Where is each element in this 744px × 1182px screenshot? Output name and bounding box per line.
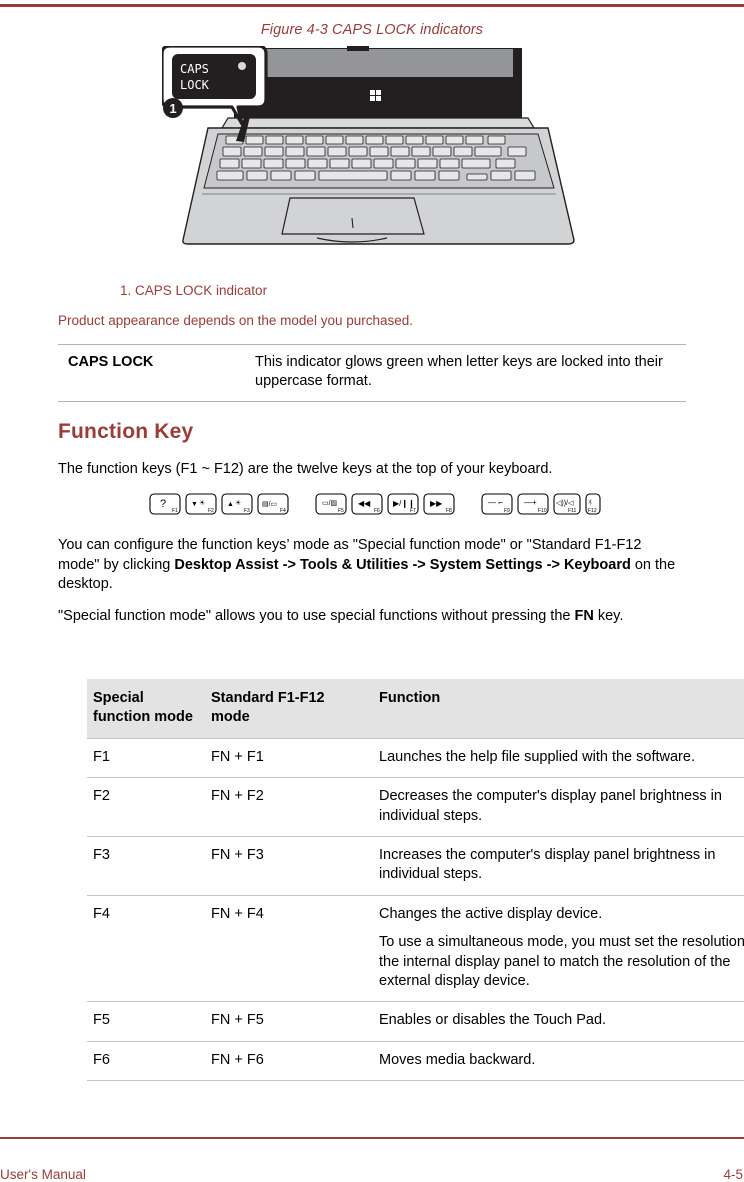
definition-description: This indicator glows green when letter k… [249,343,686,403]
footer-page-number: 4-5 [723,1167,743,1182]
svg-text:F1: F1 [172,508,178,514]
brightness-up-icon: ▲ [227,501,234,508]
cell-standard-mode: FN + F5 [205,1001,373,1042]
column-header-standard-mode: Standard F1-F12 mode [205,679,373,739]
cell-standard-mode: FN + F6 [205,1040,373,1082]
footer-manual-label: User's Manual [0,1167,86,1182]
cell-standard-mode: FN + F4 [205,894,373,1002]
figure-caption: Figure 4-3 CAPS LOCK indicators [260,22,484,38]
svg-text:F10: F10 [538,508,547,514]
volume-down-up-icon: ◁))/◁ [556,500,574,507]
caps-lock-definition-table: CAPS LOCK This indicator glows green whe… [58,343,686,403]
laptop-illustration: CAPS LOCK 1 [162,46,575,245]
special-text-1: "Special function mode" allows you to us… [58,608,575,625]
function-text: Changes the active display device. [379,905,603,922]
cell-function: Changes the active display device. To us… [373,894,744,1002]
configure-menu-path: Desktop Assist -> Tools & Utilities -> S… [174,556,631,573]
laptop-figure: CAPS LOCK 1 [58,46,686,246]
svg-text:F6: F6 [374,508,380,514]
cell-special-mode: F4 [87,894,205,1002]
callout-label-line1: CAPS [180,62,209,76]
cell-function: Decreases the computer's display panel b… [373,777,744,837]
figure-legend: 1. CAPS LOCK indicator [120,283,268,298]
column-header-special-mode: Special function mode [87,679,205,739]
cell-special-mode: F3 [87,835,205,896]
table-row: F3 FN + F3 Increases the computer's disp… [87,835,744,896]
media-previous-icon: ◀◀ [358,499,371,508]
cell-function: Moves media backward. [373,1040,744,1082]
cell-standard-mode: FN + F1 [205,737,373,778]
column-header-function: Function [373,679,744,739]
cell-function: Increases the computer's display panel b… [373,835,744,896]
svg-text:F2: F2 [208,508,214,514]
callout-badge-1: 1 [163,98,183,118]
svg-text:F9: F9 [504,508,510,514]
function-text: Increases the computer's display panel b… [379,846,716,883]
fkey-row-illustration: ? F1 ▼ ☀ F2 ▲ ☀ F3 ▤/▭ F4 ▭/▨ F5 ◀◀ F6 ▶… [149,493,601,515]
table-row: F5 FN + F5 Enables or disables the Touch… [87,1001,744,1042]
keyboard-backlight-down-icon: — ⌐ [488,498,503,507]
wireless-toggle-icon: ᛡ [588,499,592,507]
table-row: F2 FN + F2 Decreases the computer's disp… [87,777,744,837]
svg-text:F12: F12 [588,508,597,514]
callout-label-line2: LOCK [180,78,210,92]
table-row: F4 FN + F4 Changes the active display de… [87,894,744,1002]
svg-text:☀: ☀ [199,499,205,507]
keyboard-backlight-up-icon: —+ [524,498,537,507]
table-row: CAPS LOCK This indicator glows green whe… [58,343,686,403]
intro-paragraph: The function keys (F1 ~ F12) are the twe… [58,461,553,477]
function-key-table-body: F1 FN + F1 Launches the help file suppli… [87,737,744,1082]
table-row: F6 FN + F6 Moves media backward. [87,1040,744,1082]
cell-function: Launches the help file supplied with the… [373,737,744,778]
function-text: Enables or disables the Touch Pad. [379,1012,607,1029]
page-title: Function Key [58,420,194,443]
function-key-section: Function Key The function keys (F1 ~ F12… [58,420,686,639]
page-content: Figure 4-3 CAPS LOCK indicators CAPS LOC… [58,22,686,250]
cell-function: Enables or disables the Touch Pad. [373,1001,744,1042]
table-header-row: Special function mode Standard F1-F12 mo… [87,679,744,739]
svg-text:F11: F11 [568,508,576,514]
table-row: F1 FN + F1 Launches the help file suppli… [87,737,744,778]
cell-special-mode: F2 [87,777,205,837]
footer-rule [0,1137,744,1139]
header-rule [0,4,744,7]
svg-text:1: 1 [169,101,176,116]
cell-standard-mode: FN + F3 [205,835,373,896]
configure-paragraph: You can configure the function keys’ mod… [58,536,686,594]
special-text-2: key. [593,608,624,625]
cell-special-mode: F6 [87,1040,205,1082]
definition-term: CAPS LOCK [58,343,249,403]
function-text: Moves media backward. [379,1051,536,1068]
figure-note: Product appearance depends on the model … [58,313,414,328]
svg-text:☀: ☀ [235,499,241,507]
svg-text:F7: F7 [410,508,416,514]
function-text: Launches the help file supplied with the… [379,748,695,765]
manual-page: Figure 4-3 CAPS LOCK indicators CAPS LOC… [0,0,744,1182]
svg-text:F5: F5 [338,508,344,514]
cell-special-mode: F5 [87,1001,205,1042]
function-key-strip: ? F1 ▼ ☀ F2 ▲ ☀ F3 ▤/▭ F4 ▭/▨ F5 ◀◀ F6 ▶… [58,492,686,523]
svg-text:F4: F4 [280,508,286,514]
fn-key-label: FN [574,608,594,625]
function-text-secondary: To use a simultaneous mode, you must set… [379,934,744,990]
display-switch-icon: ▤/▭ [262,501,277,508]
svg-text:F3: F3 [244,508,250,514]
media-play-pause-icon: ▶/❙❙ [393,499,415,508]
svg-text:F8: F8 [446,508,452,514]
help-question-icon: ? [160,498,166,510]
touchpad-toggle-icon: ▭/▨ [322,500,337,507]
brightness-down-icon: ▼ [191,501,198,508]
function-key-table: Special function mode Standard F1-F12 mo… [87,679,744,1082]
function-text: Decreases the computer's display panel b… [379,788,722,824]
media-next-icon: ▶▶ [430,499,443,508]
special-mode-paragraph: "Special function mode" allows you to us… [58,607,686,626]
cell-standard-mode: FN + F2 [205,777,373,837]
cell-special-mode: F1 [87,737,205,778]
